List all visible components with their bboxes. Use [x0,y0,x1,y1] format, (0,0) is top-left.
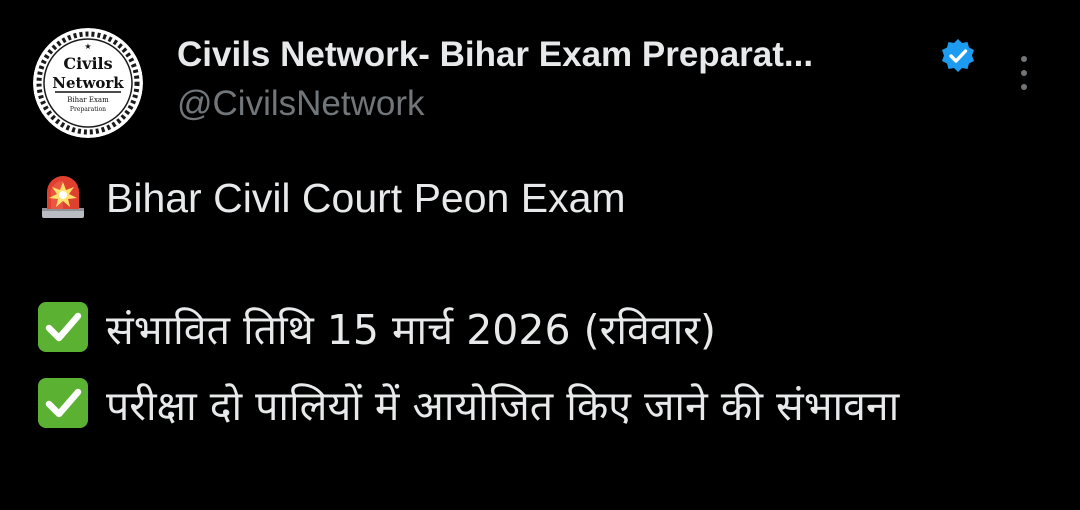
tweet[interactable]: Civils Network Bihar Exam Preparation ★ … [0,0,1080,510]
avatar-text-preparation: Preparation [70,106,106,113]
police-car-light-icon [36,168,90,222]
check-mark-button-icon [36,300,90,354]
tweet-line-2: संभावित तिथि 15 मार्च 2026 (रविवार) [36,300,716,358]
avatar-text-civils: Civils [63,54,112,73]
avatar-text-bihar-exam: Bihar Exam [67,96,109,104]
tweet-line-3-text: परीक्षा दो पालियों में आयोजित किए जाने क… [106,382,900,430]
tweet-line-1: Bihar Civil Court Peon Exam [36,168,626,226]
author-handle[interactable]: @CivilsNetwork [177,81,425,127]
tweet-line-2-text: संभावित तिथि 15 मार्च 2026 (रविवार) [106,306,716,354]
author-name[interactable]: Civils Network- Bihar Exam Preparat... [177,32,813,78]
verified-badge-icon [940,38,976,74]
tweet-line-3: परीक्षा दो पालियों में आयोजित किए जाने क… [36,376,899,434]
author-avatar[interactable]: Civils Network Bihar Exam Preparation ★ [33,28,143,138]
more-options-icon[interactable] [1004,50,1044,94]
check-mark-button-icon [36,376,90,430]
avatar-text-network: Network [52,74,124,92]
tweet-line-1-text: Bihar Civil Court Peon Exam [106,175,626,221]
svg-text:★: ★ [84,42,91,51]
